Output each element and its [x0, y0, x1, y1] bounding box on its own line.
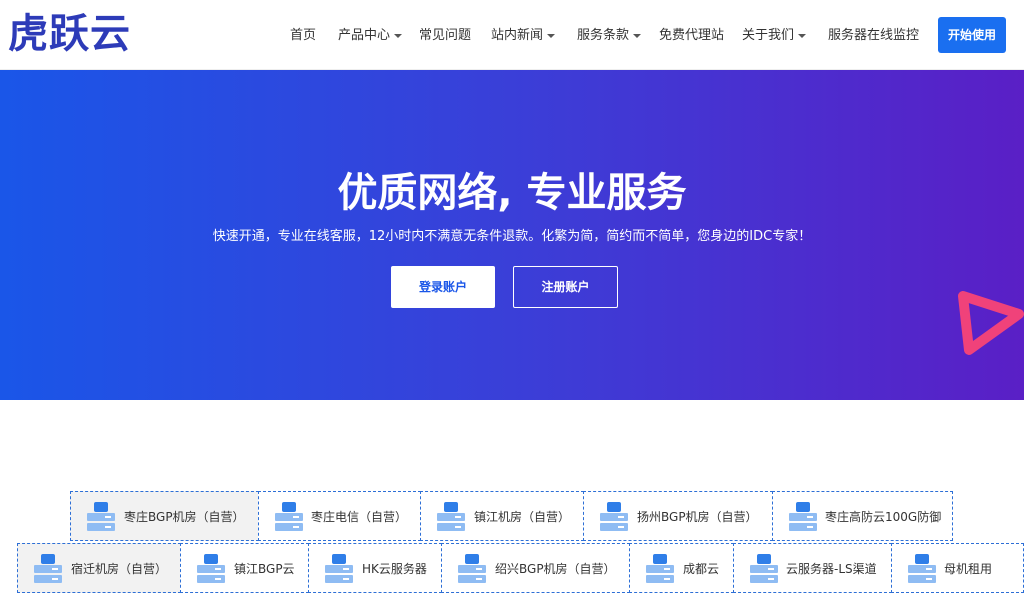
nav-label: 关于我们 — [742, 28, 795, 43]
tab-suqian[interactable]: 宿迁机房（自营） — [17, 543, 181, 593]
tab-label: 母机租用 — [944, 562, 993, 576]
nav-label: 服务器在线监控 — [828, 28, 920, 43]
hero-banner: 优质网络, 专业服务 快速开通，专业在线客服，12小时内不满意无条件退款。化繁为… — [0, 70, 1024, 400]
tab-label: 扬州BGP机房（自营） — [637, 510, 758, 524]
nav-home[interactable]: 首页 — [290, 26, 316, 46]
server-icon — [87, 502, 115, 531]
tab-label: 枣庄BGP机房（自营） — [124, 510, 245, 524]
tab-label: 成都云 — [683, 562, 720, 576]
login-button[interactable]: 登录账户 — [391, 266, 495, 308]
nav-monitor[interactable]: 服务器在线监控 — [828, 26, 919, 46]
nav-free-proxy[interactable]: 免费代理站 — [659, 26, 724, 46]
server-icon — [437, 502, 465, 531]
caret-down-icon — [798, 33, 807, 38]
site-logo[interactable]: 虎跃云 — [8, 10, 131, 58]
server-icon — [646, 554, 674, 583]
site-header: 虎跃云 首页 产品中心 常见问题 站内新闻 服务条款 免费代理站 关于我们 服务… — [0, 0, 1024, 70]
tab-shaoxing-bgp[interactable]: 绍兴BGP机房（自营） — [441, 543, 630, 593]
server-icon — [789, 502, 817, 531]
tab-zhenjiang-bgp-cloud[interactable]: 镇江BGP云 — [180, 543, 309, 593]
tab-zaozhuang-telecom[interactable]: 枣庄电信（自营） — [258, 491, 421, 541]
caret-down-icon — [547, 33, 556, 38]
tab-chengdu-cloud[interactable]: 成都云 — [629, 543, 734, 593]
server-icon — [275, 502, 303, 531]
nav-label: 首页 — [290, 28, 317, 43]
nav-terms[interactable]: 服务条款 — [577, 26, 642, 46]
start-using-button[interactable]: 开始使用 — [938, 17, 1006, 53]
server-tabs-row-1: 枣庄BGP机房（自营） 枣庄电信（自营） 镇江机房（自营） 扬州BGP机房（自营… — [0, 491, 1024, 541]
nav-products[interactable]: 产品中心 — [338, 26, 403, 46]
server-icon — [458, 554, 486, 583]
nav-news[interactable]: 站内新闻 — [491, 26, 556, 46]
tab-label: 绍兴BGP机房（自营） — [495, 562, 616, 576]
tab-zaozhuang-bgp[interactable]: 枣庄BGP机房（自营） — [70, 491, 259, 541]
hero-title: 优质网络, 专业服务 — [337, 170, 687, 216]
hero-subtitle: 快速开通，专业在线客服，12小时内不满意无条件退款。化繁为简，简约而不简单，您身… — [212, 229, 812, 244]
server-icon — [908, 554, 936, 583]
nav-about[interactable]: 关于我们 — [742, 26, 807, 46]
tab-label: 镇江机房（自营） — [474, 510, 571, 524]
server-icon — [750, 554, 778, 583]
caret-down-icon — [633, 33, 642, 38]
nav-faq[interactable]: 常见问题 — [419, 26, 471, 46]
register-button[interactable]: 注册账户 — [513, 266, 618, 308]
tab-label: 镇江BGP云 — [234, 562, 295, 576]
tab-label: HK云服务器 — [362, 562, 427, 576]
nav-label: 常见问题 — [419, 28, 472, 43]
server-tabs-row-2: 宿迁机房（自营） 镇江BGP云 HK云服务器 绍兴BGP机房（自营） 成都云 云… — [0, 543, 1024, 593]
server-icon — [34, 554, 62, 583]
tab-label: 枣庄电信（自营） — [311, 510, 408, 524]
caret-down-icon — [394, 33, 403, 38]
tab-yangzhou-bgp[interactable]: 扬州BGP机房（自营） — [583, 491, 773, 541]
tab-label: 枣庄高防云100G防御 — [825, 510, 942, 524]
tab-label: 宿迁机房（自营） — [71, 562, 168, 576]
tab-label: 云服务器-LS渠道 — [786, 562, 877, 576]
tab-host-rental[interactable]: 母机租用 — [891, 543, 1024, 593]
nav-label: 服务条款 — [577, 28, 630, 43]
triangle-decoration-icon — [958, 291, 1024, 355]
server-icon — [325, 554, 353, 583]
nav-label: 站内新闻 — [491, 28, 544, 43]
tab-hk-cloud[interactable]: HK云服务器 — [308, 543, 442, 593]
server-icon — [600, 502, 628, 531]
nav-label: 免费代理站 — [659, 28, 725, 43]
tab-zaozhuang-ddos-cloud[interactable]: 枣庄高防云100G防御 — [772, 491, 953, 541]
server-icon — [197, 554, 225, 583]
tab-zhenjiang[interactable]: 镇江机房（自营） — [420, 491, 584, 541]
nav-label: 产品中心 — [338, 28, 391, 43]
tab-cloud-ls-channel[interactable]: 云服务器-LS渠道 — [733, 543, 892, 593]
